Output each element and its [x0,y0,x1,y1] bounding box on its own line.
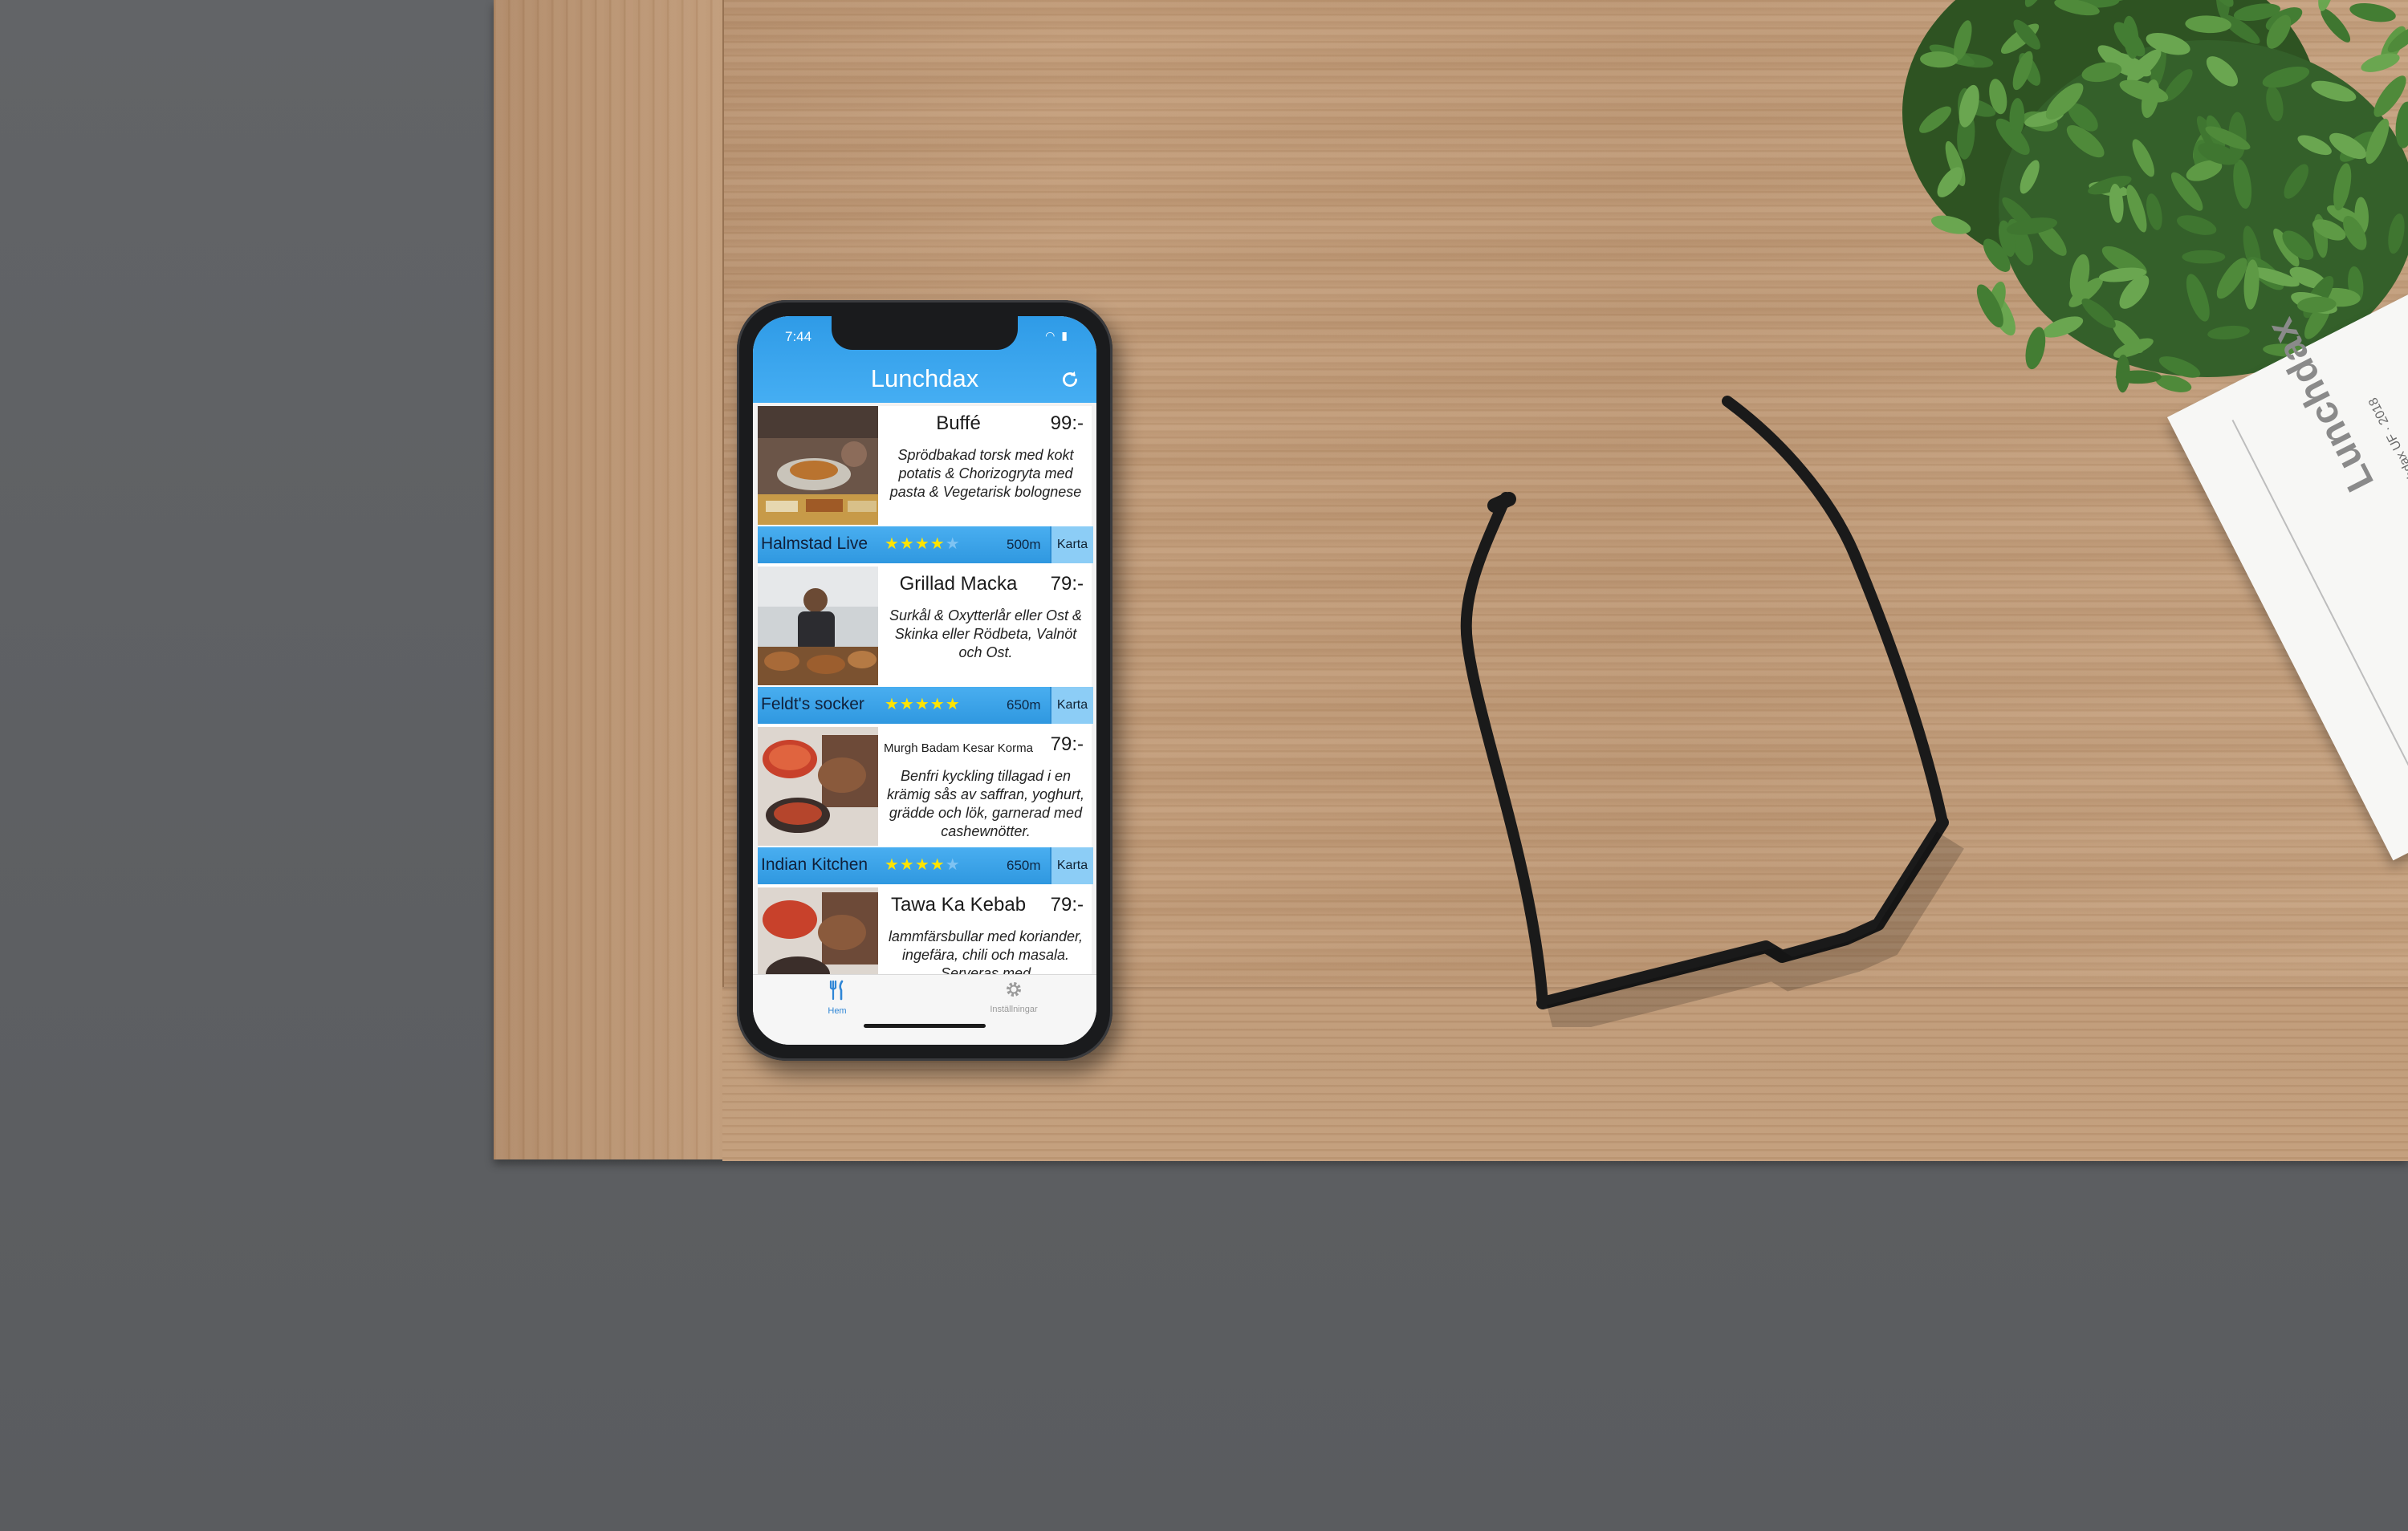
plant-leaf [2182,250,2226,264]
tab-bar: Hem Inställningar [753,974,1096,1045]
dish-name: Tawa Ka Kebab [890,894,1027,916]
status-icons: ◠ ▮ [1045,329,1069,343]
phone-notch [832,316,1018,350]
dish-name: Buffé [936,412,981,434]
map-button[interactable]: Karta [1050,687,1093,724]
dish-photo [758,887,878,974]
menu-card[interactable]: Buffé 99:- Sprödbakad torsk med kokt pot… [758,406,1093,567]
eyeglasses [1460,396,1964,1027]
battery-icon: ▮ [1061,329,1069,342]
tab-home[interactable]: Hem [789,980,885,1016]
wifi-icon: ◠ [1045,329,1057,342]
rating-stars: ★★★★★ [885,535,961,553]
dish-name: Grillad Macka [899,573,1018,595]
plant-leaf [2115,370,2162,384]
tab-settings[interactable]: Inställningar [966,980,1062,1014]
paper-title: Lunchdax [2259,311,2383,498]
restaurant-bar: Indian Kitchen ★★★★★ 650m Karta [758,847,1093,884]
dish-photo [758,727,878,846]
dish-price: 79:- [1050,573,1084,595]
home-indicator [864,1024,986,1028]
restaurant-name: Indian Kitchen [761,855,868,874]
app-title: Lunchdax [870,364,979,392]
restaurant-bar: Halmstad Live ★★★★★ 500m Karta [758,526,1093,563]
fork-knife-icon [829,980,844,1001]
table-edge [494,0,724,1159]
dish-description: Sprödbakad torsk med kokt potatis & Chor… [889,447,1082,500]
menu-card[interactable]: Murgh Badam Kesar Korma 79:- Benfri kyck… [758,727,1093,887]
dish-description: Surkål & Oxytterlår eller Ost & Skinka e… [889,607,1083,660]
map-button[interactable]: Karta [1050,526,1093,563]
dish-photo [758,567,878,685]
tab-settings-label: Inställningar [990,1005,1038,1014]
dish-price: 79:- [1050,894,1084,916]
dish-price: 79:- [1050,733,1084,755]
status-time: 7:44 [785,329,812,344]
phone-screen: Lunchdax 7:44 ◠ ▮ Buffé 99:- Sprödbakad … [753,316,1096,1045]
restaurant-distance: 650m [1007,858,1041,873]
tab-home-label: Hem [828,1006,847,1016]
dish-description: lammfärsbullar med koriander, ingefära, … [888,928,1084,974]
menu-card[interactable]: Tawa Ka Kebab 79:- lammfärsbullar med ko… [758,887,1092,974]
menu-list[interactable]: Buffé 99:- Sprödbakad torsk med kokt pot… [753,403,1096,974]
dish-price: 99:- [1050,412,1084,434]
gear-icon [1007,982,1021,997]
smartphone: Lunchdax 7:44 ◠ ▮ Buffé 99:- Sprödbakad … [737,300,1112,1061]
dish-name: Murgh Badam Kesar Korma [884,741,1033,755]
dish-description: Benfri kyckling tillagad i en krämig sås… [886,768,1085,839]
menu-card[interactable]: Grillad Macka 79:- Surkål & Oxytterlår e… [758,567,1093,727]
restaurant-distance: 500m [1007,537,1041,552]
plant-leaf [2349,2,2396,22]
dish-photo [758,406,878,525]
map-button[interactable]: Karta [1050,847,1093,884]
restaurant-distance: 650m [1007,697,1041,713]
refresh-icon[interactable] [1060,369,1080,390]
restaurant-bar: Feldt's socker ★★★★★ 650m Karta [758,687,1093,724]
rating-stars: ★★★★★ [885,696,961,713]
rating-stars: ★★★★★ [885,856,961,874]
restaurant-name: Feldt's socker [761,695,864,713]
restaurant-name: Halmstad Live [761,534,868,553]
paper-subtitle: Lunchdax UF · 2018 [2366,395,2408,506]
